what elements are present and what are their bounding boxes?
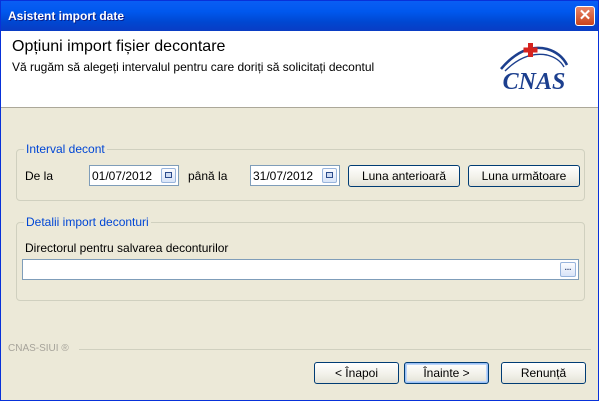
from-label: De la	[25, 169, 54, 183]
title-bar[interactable]: Asistent import date ✕	[1, 1, 598, 31]
browse-button[interactable]: ...	[560, 262, 576, 277]
cnas-logo: CNAS	[500, 43, 569, 95]
to-label: până la	[188, 169, 228, 183]
close-icon: ✕	[578, 7, 592, 24]
back-button[interactable]: < Înapoi	[314, 362, 399, 384]
calendar-icon[interactable]	[322, 168, 337, 183]
next-button[interactable]: Înainte >	[404, 362, 489, 384]
next-month-button[interactable]: Luna următoare	[468, 165, 580, 187]
wizard-header: Opțiuni import fișier decontare Vă rugăm…	[1, 31, 598, 108]
interval-legend: Interval decont	[24, 142, 107, 156]
calendar-icon[interactable]	[161, 168, 176, 183]
close-button[interactable]: ✕	[575, 6, 595, 26]
window-title: Asistent import date	[8, 9, 125, 23]
from-date-value: 01/07/2012	[92, 169, 153, 183]
page-title: Opțiuni import fișier decontare	[12, 38, 226, 55]
folder-label: Directorul pentru salvarea deconturilor	[25, 241, 229, 255]
logo-text: CNAS	[503, 69, 566, 95]
footer-divider	[79, 349, 591, 350]
import-wizard-window: Asistent import date ✕ Opțiuni import fi…	[0, 0, 599, 401]
to-date-value: 31/07/2012	[253, 169, 314, 183]
footer-brand: CNAS-SIUI ®	[8, 343, 69, 354]
folder-path-input[interactable]: ...	[22, 259, 579, 280]
details-legend: Detalii import deconturi	[24, 215, 151, 229]
from-date-picker[interactable]: 01/07/2012	[89, 165, 179, 186]
to-date-picker[interactable]: 31/07/2012	[250, 165, 340, 186]
cancel-button[interactable]: Renunță	[501, 362, 586, 384]
page-subtitle: Vă rugăm să alegeți intervalul pentru ca…	[12, 60, 375, 74]
previous-month-button[interactable]: Luna anterioară	[348, 165, 460, 187]
